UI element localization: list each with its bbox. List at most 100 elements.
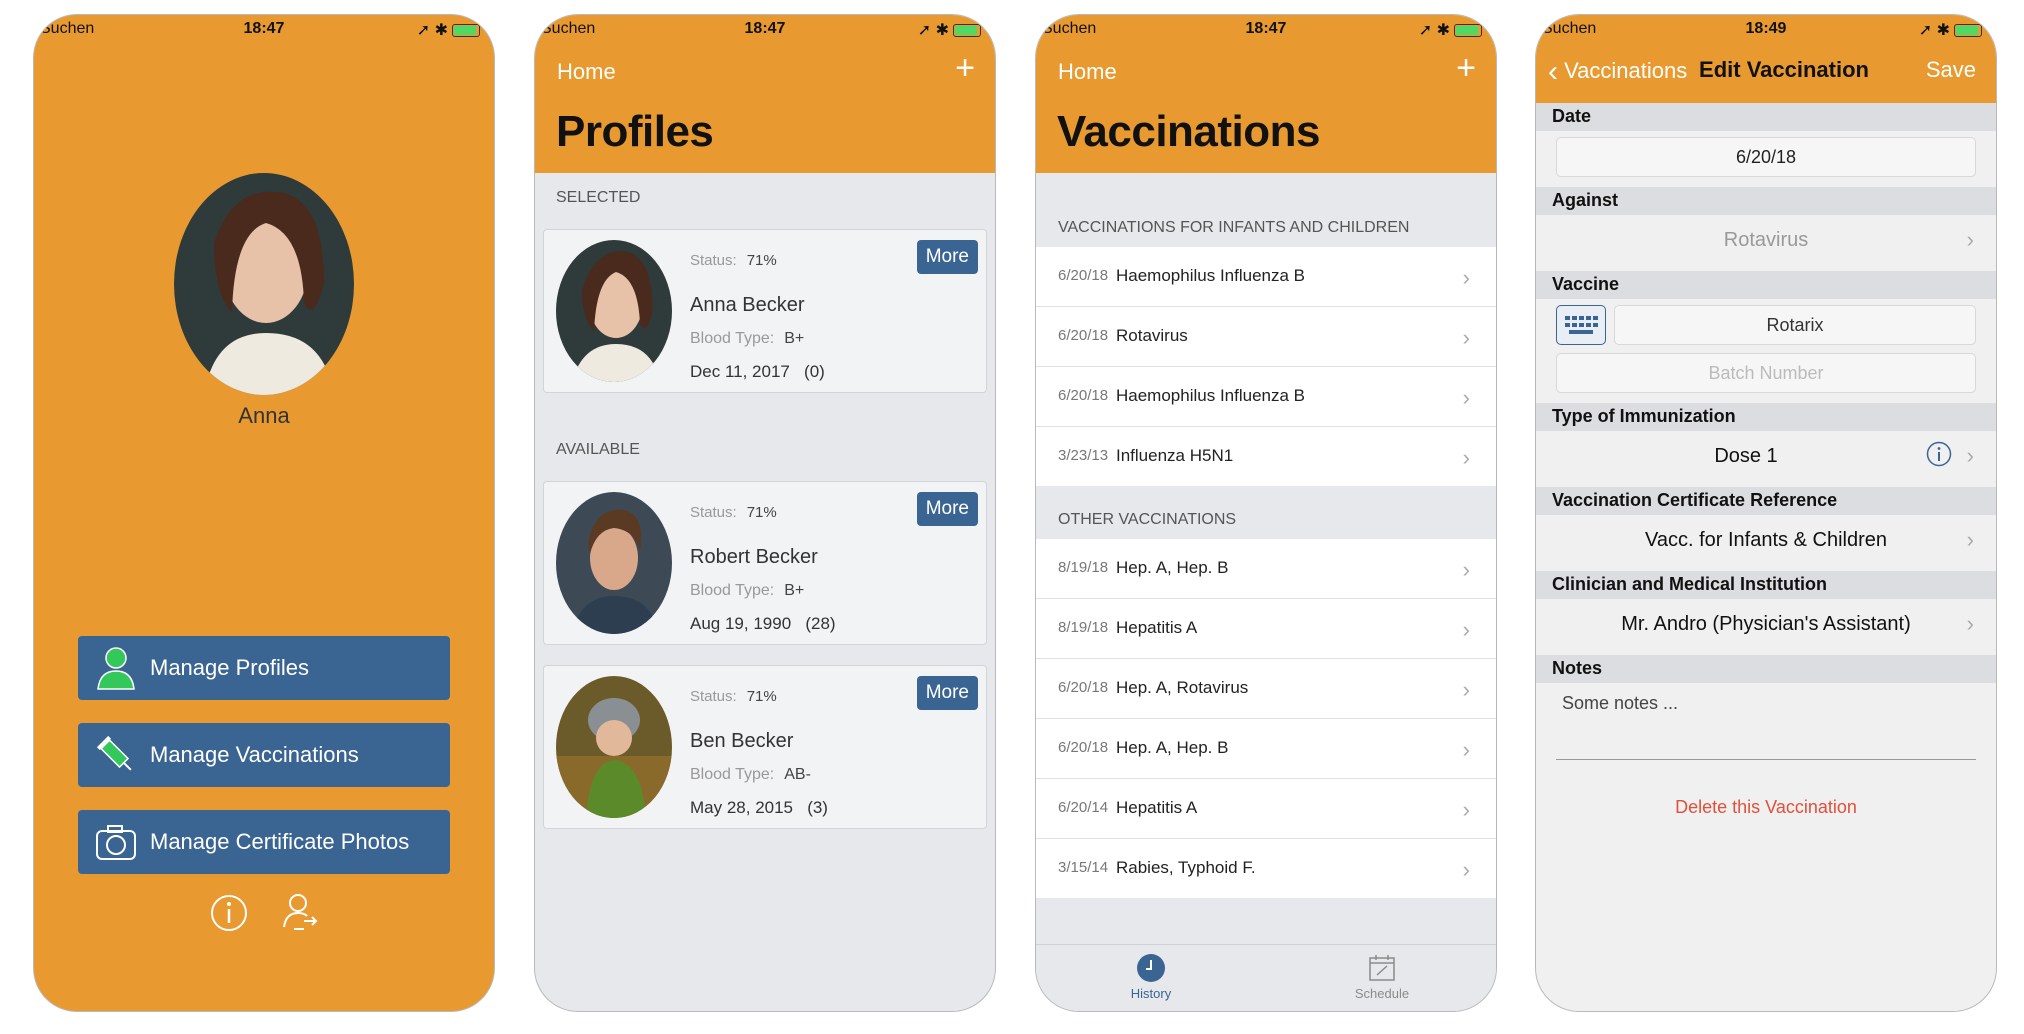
- status-icons: ➚ ✱: [918, 20, 981, 40]
- vaccination-date: 6/20/18: [1058, 267, 1109, 284]
- calendar-icon: [1369, 955, 1395, 981]
- chevron-right-icon: ›: [1462, 617, 1470, 642]
- chevron-right-icon: ›: [1462, 325, 1470, 350]
- tab-schedule[interactable]: Schedule: [1332, 953, 1432, 1001]
- chevron-right-icon: ›: [1462, 737, 1470, 762]
- age-value: (0): [804, 362, 825, 381]
- manage-certificate-photos-button[interactable]: Manage Certificate Photos: [78, 810, 450, 874]
- keyboard-icon[interactable]: [1556, 305, 1606, 345]
- home-back-link[interactable]: Home: [1058, 59, 1117, 85]
- status-label: Status:: [690, 504, 737, 521]
- status-value: 71%: [746, 504, 777, 521]
- tab-bar: History Schedule: [1036, 944, 1496, 1011]
- vaccination-row[interactable]: 3/15/14 Rabies, Typhoid F. ›: [1036, 839, 1496, 898]
- clinician-header-label: Clinician and Medical Institution: [1552, 574, 1828, 594]
- age-value: (28): [805, 614, 836, 633]
- birth-date-value: Dec 11, 2017: [690, 362, 790, 381]
- more-button[interactable]: More: [916, 240, 978, 274]
- info-icon[interactable]: [1926, 441, 1952, 472]
- delete-vaccination-button[interactable]: Delete this Vaccination: [1536, 797, 1996, 818]
- clock-icon: [1137, 954, 1165, 982]
- vaccine-field[interactable]: Rotarix: [1614, 305, 1976, 345]
- vaccination-date: 8/19/18: [1058, 619, 1109, 636]
- section-header-infants: VACCINATIONS FOR INFANTS AND CHILDREN: [1058, 219, 1410, 236]
- add-vaccination-icon[interactable]: +: [1456, 51, 1476, 85]
- blood-type-field: Blood Type: B+: [690, 582, 804, 600]
- edit-vaccination-screen: Suchen 18:49 ➚ ✱ ‹ Vaccinations Edit Vac…: [1535, 14, 1997, 1012]
- clinician-value[interactable]: Mr. Andro (Physician's Assistant): [1536, 613, 1996, 636]
- chevron-right-icon: ›: [1462, 857, 1470, 882]
- navigation-bar: Suchen 18:47 ➚ ✱ Home + Profiles: [535, 15, 995, 173]
- vaccinations-screen: Suchen 18:47 ➚ ✱ Home + Vaccinations VAC…: [1035, 14, 1497, 1012]
- vaccination-row[interactable]: 6/20/18 Rotavirus ›: [1036, 307, 1496, 367]
- vaccination-name: Hep. A, Rotavirus: [1116, 678, 1249, 697]
- date-header: Date: [1536, 103, 1996, 131]
- notes-header: Notes: [1536, 655, 1996, 683]
- immunization-header: Type of Immunization: [1536, 403, 1996, 431]
- navigation-bar: Suchen 18:47 ➚ ✱ Home + Vaccinations: [1036, 15, 1496, 173]
- blood-type-label: Blood Type:: [690, 766, 775, 783]
- profile-name: Anna Becker: [690, 294, 805, 316]
- profiles-screen: Suchen 18:47 ➚ ✱ Home + Profiles SELECTE…: [534, 14, 996, 1012]
- profile-name: Ben Becker: [690, 730, 794, 752]
- tab-history[interactable]: History: [1101, 953, 1201, 1001]
- info-icon[interactable]: [209, 893, 249, 938]
- vaccination-date: 8/19/18: [1058, 559, 1109, 576]
- manage-vaccinations-button[interactable]: Manage Vaccinations: [78, 723, 450, 787]
- manage-profiles-button[interactable]: Manage Profiles: [78, 636, 450, 700]
- profile-card[interactable]: Status: 71% Ben Becker Blood Type: AB- May…: [543, 665, 987, 829]
- status-bar: Suchen 18:49 ➚ ✱: [1536, 15, 1996, 43]
- status-field: Status: 71%: [690, 688, 777, 705]
- vaccine-header-label: Vaccine: [1552, 274, 1620, 294]
- more-button[interactable]: More: [916, 492, 978, 526]
- date-field[interactable]: 6/20/18: [1556, 137, 1976, 177]
- age-value: (3): [807, 798, 828, 817]
- chevron-right-icon: ›: [1966, 443, 1974, 468]
- vaccination-date: 6/20/18: [1058, 327, 1109, 344]
- against-header-label: Against: [1552, 190, 1619, 210]
- vaccination-date: 6/20/14: [1058, 799, 1109, 816]
- vaccination-row[interactable]: 3/23/13 Influenza H5N1 ›: [1036, 427, 1496, 486]
- status-label: Status:: [690, 688, 737, 705]
- more-button[interactable]: More: [916, 676, 978, 710]
- profile-switch-icon[interactable]: [280, 891, 320, 940]
- vaccination-row[interactable]: 8/19/18 Hepatitis A ›: [1036, 599, 1496, 659]
- profile-card[interactable]: Status: 71% Robert Becker Blood Type: B+ A…: [543, 481, 987, 645]
- battery-icon: [953, 24, 981, 38]
- vaccination-row[interactable]: 6/20/18 Hep. A, Rotavirus ›: [1036, 659, 1496, 719]
- vaccination-row[interactable]: 6/20/14 Hepatitis A ›: [1036, 779, 1496, 839]
- chevron-right-icon: ›: [1462, 265, 1470, 290]
- blood-type-value: AB-: [784, 766, 811, 783]
- profile-photo: [556, 492, 672, 634]
- save-button[interactable]: Save: [1926, 57, 1976, 83]
- section-header-other: OTHER VACCINATIONS: [1058, 511, 1237, 528]
- camera-icon: [94, 819, 138, 865]
- vaccination-row[interactable]: 6/20/18 Haemophilus Influenza B ›: [1036, 247, 1496, 307]
- profile-card[interactable]: Status: 71% Anna Becker Blood Type: B+ Dec…: [543, 229, 987, 393]
- profile-photo: [556, 676, 672, 818]
- vaccination-name: Haemophilus Influenza B: [1116, 266, 1306, 285]
- vaccination-name: Hepatitis A: [1116, 798, 1198, 817]
- against-header: Against: [1536, 187, 1996, 215]
- vaccination-name: Rabies, Typhoid F.: [1116, 858, 1256, 877]
- certificate-value[interactable]: Vacc. for Infants & Children: [1536, 529, 1996, 552]
- bottom-icon-bar: [34, 891, 494, 937]
- profile-avatar[interactable]: [174, 173, 354, 395]
- chevron-right-icon: ›: [1966, 527, 1974, 552]
- add-profile-icon[interactable]: +: [955, 51, 975, 85]
- vaccination-row[interactable]: 6/20/18 Haemophilus Influenza B ›: [1036, 367, 1496, 427]
- against-value[interactable]: Rotavirus: [1536, 229, 1996, 252]
- person-icon: [94, 645, 138, 691]
- notes-field[interactable]: Some notes ...: [1556, 687, 1976, 760]
- blood-type-value: B+: [784, 330, 805, 347]
- profile-name: Anna: [238, 403, 290, 428]
- batch-number-field[interactable]: Batch Number: [1556, 353, 1976, 393]
- notes-header-label: Notes: [1552, 658, 1603, 678]
- vaccination-row[interactable]: 8/19/18 Hep. A, Hep. B ›: [1036, 539, 1496, 599]
- vaccination-name: Rotavirus: [1116, 326, 1188, 345]
- home-back-link[interactable]: Home: [557, 59, 616, 85]
- battery-icon: [1454, 24, 1482, 38]
- status-field: Status: 71%: [690, 252, 777, 269]
- vaccination-row[interactable]: 6/20/18 Hep. A, Hep. B ›: [1036, 719, 1496, 779]
- status-bar: Suchen 18:47 ➚ ✱: [1036, 15, 1496, 43]
